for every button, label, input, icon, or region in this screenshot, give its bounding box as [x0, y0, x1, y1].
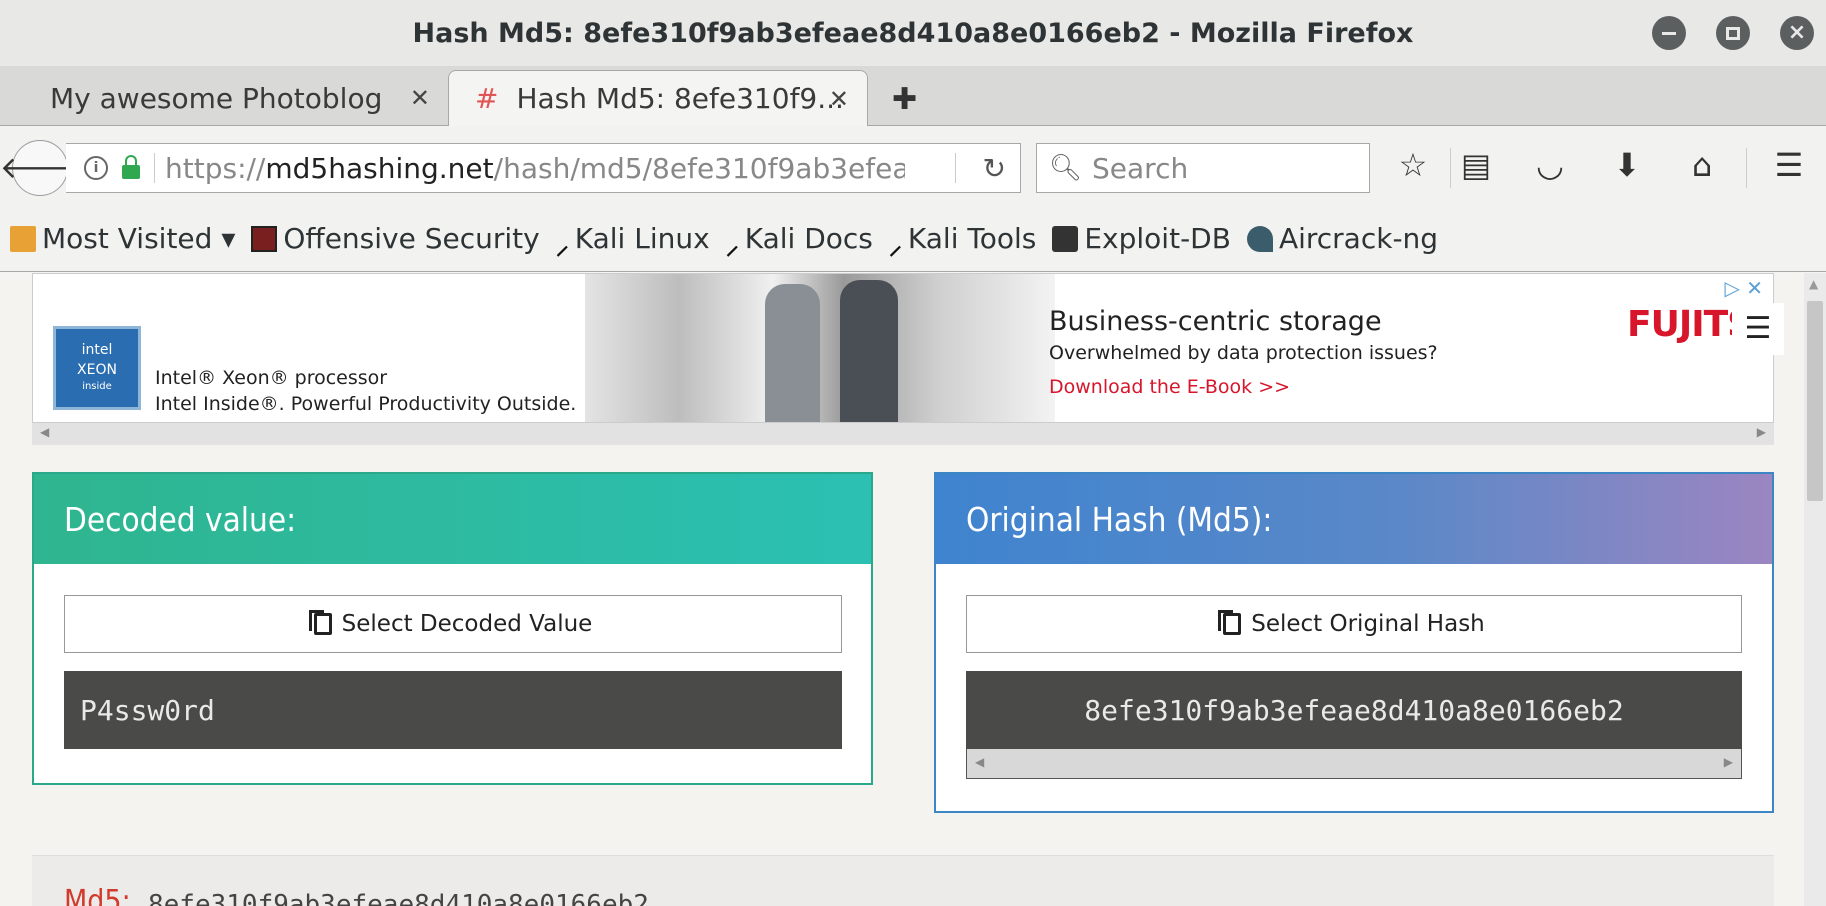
close-icon[interactable]: × — [1780, 16, 1814, 50]
ad-photo — [585, 274, 1055, 422]
url-path: /hash/md5/8efe310f9ab3efeae8d4 — [493, 151, 905, 185]
minimize-icon[interactable] — [1652, 16, 1686, 50]
original-hash-box[interactable]: 8efe310f9ab3efeae8d410a8e0166eb2 — [966, 671, 1742, 749]
button-label: Select Decoded Value — [341, 611, 593, 637]
intel-xeon-logo: intel XEON inside — [53, 326, 141, 410]
reading-list-icon[interactable]: ▤ — [1456, 146, 1496, 184]
select-decoded-value-button[interactable]: Select Decoded Value — [64, 595, 842, 653]
scroll-up-icon[interactable]: ▲ — [1809, 277, 1818, 291]
intel-logo-text: XEON — [77, 361, 117, 378]
url-domain: md5hashing.net — [265, 151, 494, 185]
ad-headline: Business-centric storage — [1049, 306, 1382, 337]
url-prefix: https:// — [165, 151, 266, 185]
bookmark-kali-tools[interactable]: ⸝ Kali Tools — [888, 222, 1037, 261]
tab-photoblog[interactable]: My awesome Photoblog ✕ — [0, 70, 448, 126]
scroll-right-icon[interactable]: ▶ — [1724, 755, 1733, 769]
kali-icon: ⸝ — [888, 230, 902, 261]
hamburger-menu-icon[interactable]: ☰ — [1769, 146, 1809, 184]
ad-intel-line: Intel® Xeon® processor — [155, 367, 388, 389]
decoded-value-panel: Decoded value: Select Decoded Value P4ss… — [32, 472, 873, 785]
reload-icon[interactable]: ↻ — [983, 152, 1006, 185]
toolbar-separator — [1450, 148, 1451, 188]
bookmark-kali-linux[interactable]: ⸝ Kali Linux — [555, 222, 710, 261]
advertisement-banner[interactable]: intel XEON inside Intel® Xeon® processor… — [32, 273, 1774, 423]
bookmark-label: Exploit-DB — [1084, 222, 1231, 255]
kali-icon: ⸝ — [725, 230, 739, 261]
url-text[interactable]: https://md5hashing.net/hash/md5/8efe310f… — [165, 152, 905, 185]
ad-intel-copy: Intel® Xeon® processor Intel Inside®. Po… — [155, 366, 576, 417]
home-icon[interactable]: ⌂ — [1682, 146, 1722, 184]
bookmark-aircrack-ng[interactable]: Aircrack-ng — [1246, 222, 1439, 255]
copy-icon — [1218, 610, 1242, 635]
tab-hash-md5[interactable]: # Hash Md5: 8efe310f9... ✕ — [448, 70, 868, 126]
search-placeholder: Search — [1092, 151, 1189, 185]
select-original-hash-button[interactable]: Select Original Hash — [966, 595, 1742, 653]
window-titlebar: Hash Md5: 8efe310f9ab3efeae8d410a8e0166e… — [0, 0, 1826, 66]
ad-horizontal-scrollbar[interactable]: ◀ ▶ — [32, 423, 1774, 445]
navigation-toolbar: 🡐 i https://md5hashing.net/hash/md5/8efe… — [0, 126, 1826, 206]
ad-person-figure — [840, 280, 898, 422]
decoded-value-box[interactable]: P4ssw0rd — [64, 671, 842, 749]
search-icon: 🔍︎ — [1049, 153, 1083, 183]
bookmark-label: Aircrack-ng — [1278, 222, 1439, 255]
md5-label: Md5: — [64, 884, 131, 906]
scrollbar-thumb[interactable] — [1807, 301, 1823, 501]
tab-close-icon[interactable]: ✕ — [829, 85, 849, 113]
ad-intel-line: Intel Inside®. Powerful Productivity Out… — [155, 392, 577, 415]
intel-logo-text: intel — [81, 342, 113, 358]
bookmark-star-icon[interactable]: ☆ — [1393, 146, 1433, 184]
url-separator — [154, 153, 155, 183]
bookmark-label: Kali Tools — [907, 222, 1037, 255]
bookmark-exploit-db[interactable]: Exploit-DB — [1052, 222, 1231, 255]
offsec-icon — [251, 225, 278, 252]
site-info-icon[interactable]: i — [84, 156, 108, 180]
back-button[interactable]: 🡐 — [0, 140, 80, 196]
maximize-icon[interactable] — [1716, 16, 1750, 50]
kali-icon: ⸝ — [555, 230, 569, 261]
ad-subline: Overwhelmed by data protection issues? — [1049, 342, 1438, 364]
page-vertical-scrollbar[interactable]: ▲ — [1804, 273, 1826, 906]
bookmark-label: Most Visited ▾ — [42, 222, 236, 255]
scroll-left-icon[interactable]: ◀ — [40, 425, 49, 439]
aircrack-icon — [1246, 225, 1273, 252]
tab-label: Hash Md5: 8efe310f9... — [516, 82, 844, 115]
intel-logo-text: inside — [82, 381, 112, 393]
ad-person-figure — [765, 284, 820, 422]
button-label: Select Original Hash — [1251, 611, 1485, 637]
bookmark-kali-docs[interactable]: ⸝ Kali Docs — [725, 222, 873, 261]
decoded-panel-title: Decoded value: — [34, 474, 871, 564]
tab-label: My awesome Photoblog — [50, 81, 383, 115]
pocket-icon[interactable]: ◡ — [1530, 146, 1570, 184]
original-hash-panel: Original Hash (Md5): Select Original Has… — [934, 472, 1774, 813]
scroll-right-icon[interactable]: ▶ — [1757, 425, 1766, 439]
bookmarks-toolbar: Most Visited ▾ Offensive Security ⸝ Kali … — [0, 206, 1826, 272]
bookmark-most-visited[interactable]: Most Visited ▾ — [10, 222, 235, 255]
toolbar-separator — [1746, 148, 1747, 188]
url-bar[interactable]: i https://md5hashing.net/hash/md5/8efe31… — [66, 143, 1021, 193]
exploitdb-icon — [1052, 225, 1079, 252]
hash-favicon-icon: # — [475, 82, 499, 115]
folder-icon — [10, 225, 36, 252]
bookmark-label: Kali Docs — [744, 222, 873, 255]
md5-value[interactable]: 8efe310f9ab3efeae8d410a8e0166eb2 — [148, 890, 649, 906]
search-input[interactable]: 🔍︎ Search — [1036, 143, 1370, 193]
download-icon[interactable]: ⬇ — [1607, 146, 1647, 184]
tab-close-icon[interactable]: ✕ — [410, 84, 430, 112]
bookmark-label: Offensive Security — [283, 222, 540, 255]
md5-summary-row: Md5: 8efe310f9ab3efeae8d410a8e0166eb2 — [32, 855, 1774, 906]
hash-panel-title: Original Hash (Md5): — [936, 474, 1772, 564]
scroll-left-icon[interactable]: ◀ — [975, 755, 984, 769]
hash-horizontal-scrollbar[interactable]: ◀ ▶ — [966, 749, 1742, 779]
adchoices-icon[interactable]: ▷ ✕ — [1725, 276, 1764, 300]
url-separator — [955, 153, 956, 183]
ad-cta-link[interactable]: Download the E-Book >> — [1049, 376, 1290, 398]
window-title: Hash Md5: 8efe310f9ab3efeae8d410a8e0166e… — [412, 17, 1414, 49]
bookmark-offensive-security[interactable]: Offensive Security — [251, 222, 540, 255]
page-menu-icon[interactable]: ☰ — [1732, 303, 1784, 355]
bookmark-label: Kali Linux — [574, 222, 710, 255]
copy-icon — [308, 610, 332, 635]
page-content: intel XEON inside Intel® Xeon® processor… — [0, 273, 1826, 906]
new-tab-button[interactable]: ✚ — [892, 82, 917, 117]
lock-icon — [122, 155, 140, 179]
